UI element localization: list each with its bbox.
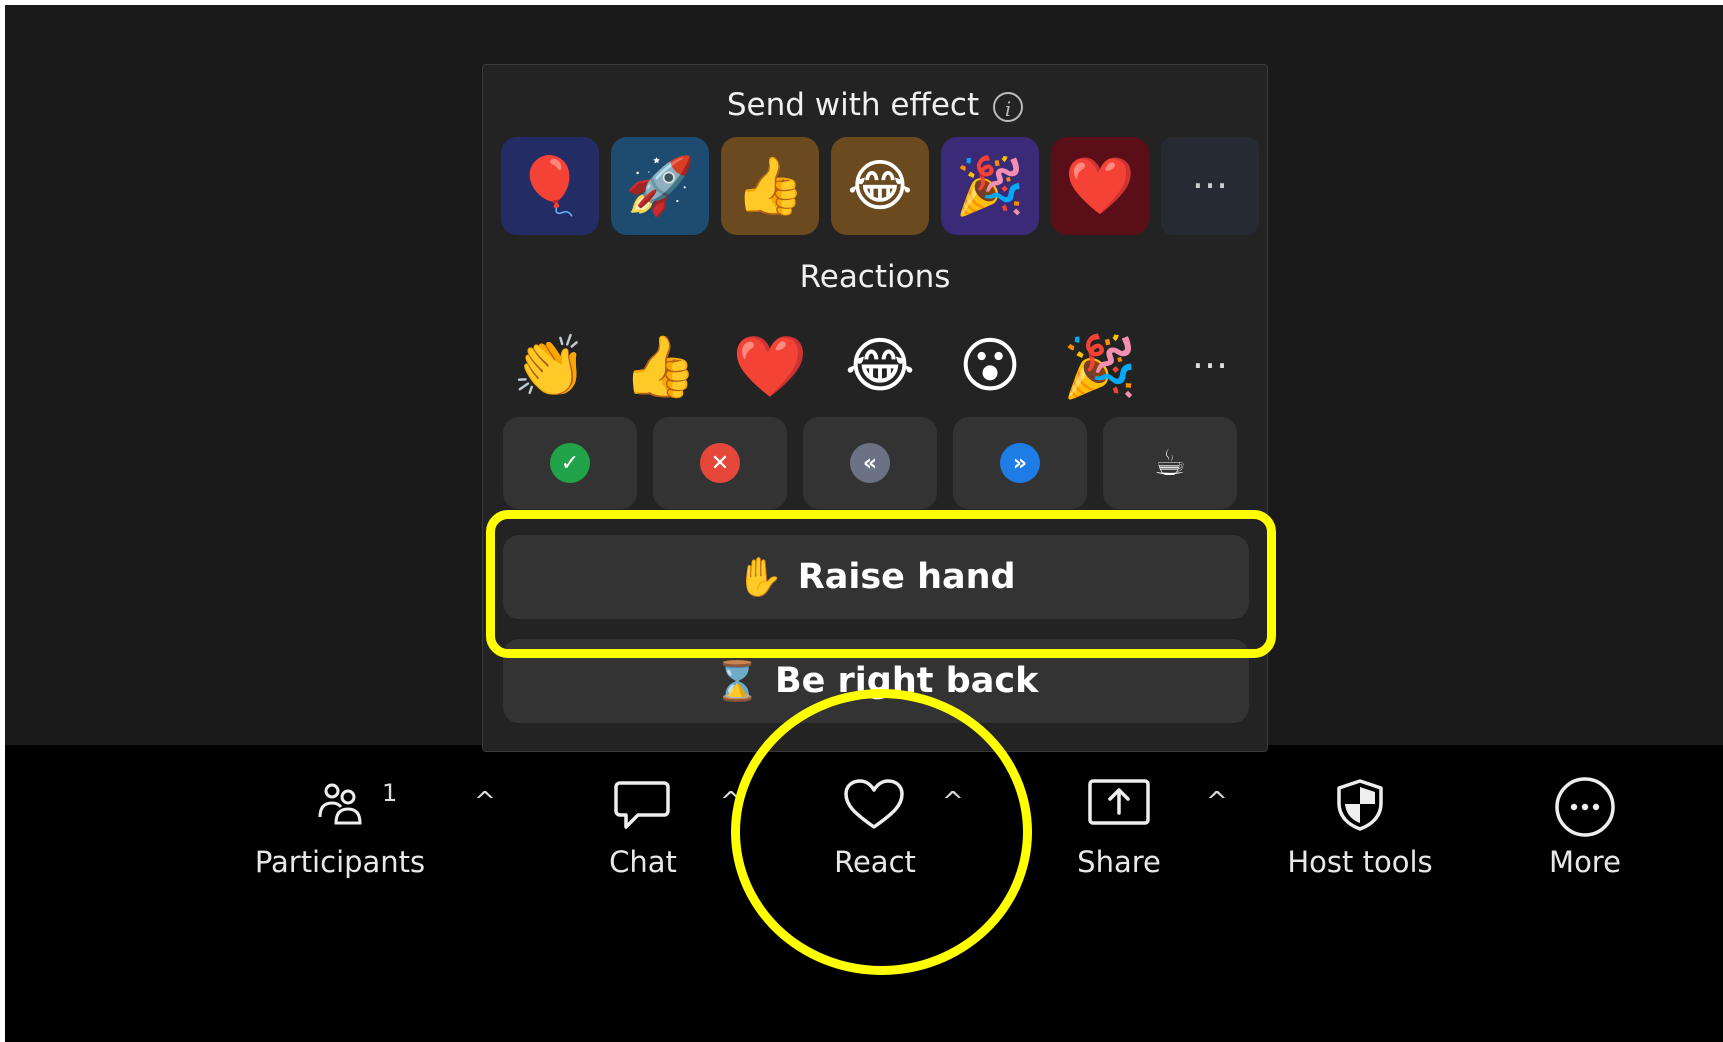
- chat-icon: [614, 781, 670, 829]
- chat-button[interactable]: Chat: [580, 745, 706, 905]
- thumbs-up-icon: 👍: [622, 331, 698, 402]
- participants-count: 1: [382, 779, 398, 807]
- effects-more-button[interactable]: ···: [1161, 137, 1259, 235]
- be-right-back-label: Be right back: [774, 661, 1039, 701]
- slow-down-button[interactable]: «: [803, 417, 937, 509]
- raised-hand-icon: ✋: [736, 554, 784, 599]
- effect-thumbs-up[interactable]: 👍: [721, 137, 819, 235]
- more-button[interactable]: More: [1535, 745, 1635, 905]
- hourglass-icon: ⌛: [713, 658, 761, 703]
- react-button[interactable]: React: [810, 745, 940, 905]
- reactions-more-button[interactable]: ···: [1161, 317, 1259, 415]
- reaction-heart[interactable]: ❤️: [721, 317, 819, 415]
- host-tools-button[interactable]: Host tools: [1280, 745, 1440, 905]
- effect-rocket[interactable]: 🚀: [611, 137, 709, 235]
- reaction-party[interactable]: 🎉: [1051, 317, 1149, 415]
- effects-row: 🎈 🚀 👍 😂 🎉 ❤️ ···: [501, 137, 1261, 237]
- heart-icon: ❤️: [732, 331, 808, 402]
- balloon-icon: 🎈: [515, 154, 585, 219]
- chat-label: Chat: [609, 845, 677, 879]
- raise-hand-button[interactable]: ✋ Raise hand: [503, 535, 1249, 619]
- heart-icon: ❤️: [1065, 154, 1135, 219]
- surprised-face-icon: 😮: [958, 331, 1022, 401]
- effect-heart[interactable]: ❤️: [1051, 137, 1149, 235]
- send-with-effect-heading: Send with effect i: [483, 87, 1267, 123]
- host-tools-label: Host tools: [1287, 845, 1433, 879]
- speed-up-button[interactable]: »: [953, 417, 1087, 509]
- no-button[interactable]: ✕: [653, 417, 787, 509]
- raise-hand-label: Raise hand: [797, 557, 1016, 597]
- more-ellipsis-icon: [1555, 777, 1615, 837]
- reaction-thumbs-up[interactable]: 👍: [611, 317, 709, 415]
- be-right-back-button[interactable]: ⌛ Be right back: [503, 639, 1249, 723]
- rocket-icon: 🚀: [625, 154, 695, 219]
- chat-caret-icon[interactable]: ^: [720, 787, 742, 817]
- react-caret-icon[interactable]: ^: [942, 787, 964, 817]
- party-popper-icon: 🎉: [1062, 331, 1138, 402]
- no-x-icon: ✕: [700, 443, 740, 483]
- reactions-popup: Send with effect i 🎈 🚀 👍 😂 🎉 ❤️ ··· React…: [482, 64, 1268, 752]
- party-popper-icon: 🎉: [955, 154, 1025, 219]
- yes-check-icon: ✓: [550, 443, 590, 483]
- share-button[interactable]: Share: [1060, 745, 1178, 905]
- more-label: More: [1549, 845, 1621, 879]
- laughing-icon: 😂: [847, 153, 913, 219]
- thumbs-up-icon: 👍: [735, 154, 805, 219]
- shield-icon: [1337, 779, 1383, 831]
- coffee-button[interactable]: ☕: [1103, 417, 1237, 509]
- participants-button[interactable]: 1 Participants: [250, 745, 430, 905]
- share-label: Share: [1077, 845, 1161, 879]
- coffee-icon: ☕: [1153, 442, 1187, 484]
- effect-laughing[interactable]: 😂: [831, 137, 929, 235]
- effect-balloon[interactable]: 🎈: [501, 137, 599, 235]
- clapping-hands-icon: 👏: [512, 331, 588, 402]
- reaction-laughing[interactable]: 😂: [831, 317, 929, 415]
- effect-party[interactable]: 🎉: [941, 137, 1039, 235]
- share-screen-icon: [1088, 779, 1150, 825]
- reactions-row: 👏 👍 ❤️ 😂 😮 🎉 ···: [501, 317, 1261, 417]
- reaction-surprised[interactable]: 😮: [941, 317, 1039, 415]
- more-dots-icon: ···: [1191, 344, 1229, 388]
- more-dots-icon: ···: [1191, 164, 1229, 208]
- participants-caret-icon[interactable]: ^: [474, 787, 496, 817]
- info-icon[interactable]: i: [993, 91, 1024, 122]
- participants-label: Participants: [254, 845, 426, 879]
- nonverbal-feedback-row: ✓ ✕ « » ☕: [503, 417, 1249, 509]
- send-with-effect-title: Send with effect: [726, 87, 980, 123]
- participants-icon: [318, 783, 362, 825]
- yes-button[interactable]: ✓: [503, 417, 637, 509]
- slow-down-icon: «: [850, 443, 890, 483]
- reaction-clap[interactable]: 👏: [501, 317, 599, 415]
- laughing-icon: 😂: [844, 331, 916, 401]
- speed-up-icon: »: [1000, 443, 1040, 483]
- reactions-heading: Reactions: [799, 259, 951, 295]
- heart-outline-icon: [844, 779, 904, 829]
- react-label: React: [834, 845, 916, 879]
- share-caret-icon[interactable]: ^: [1206, 787, 1228, 817]
